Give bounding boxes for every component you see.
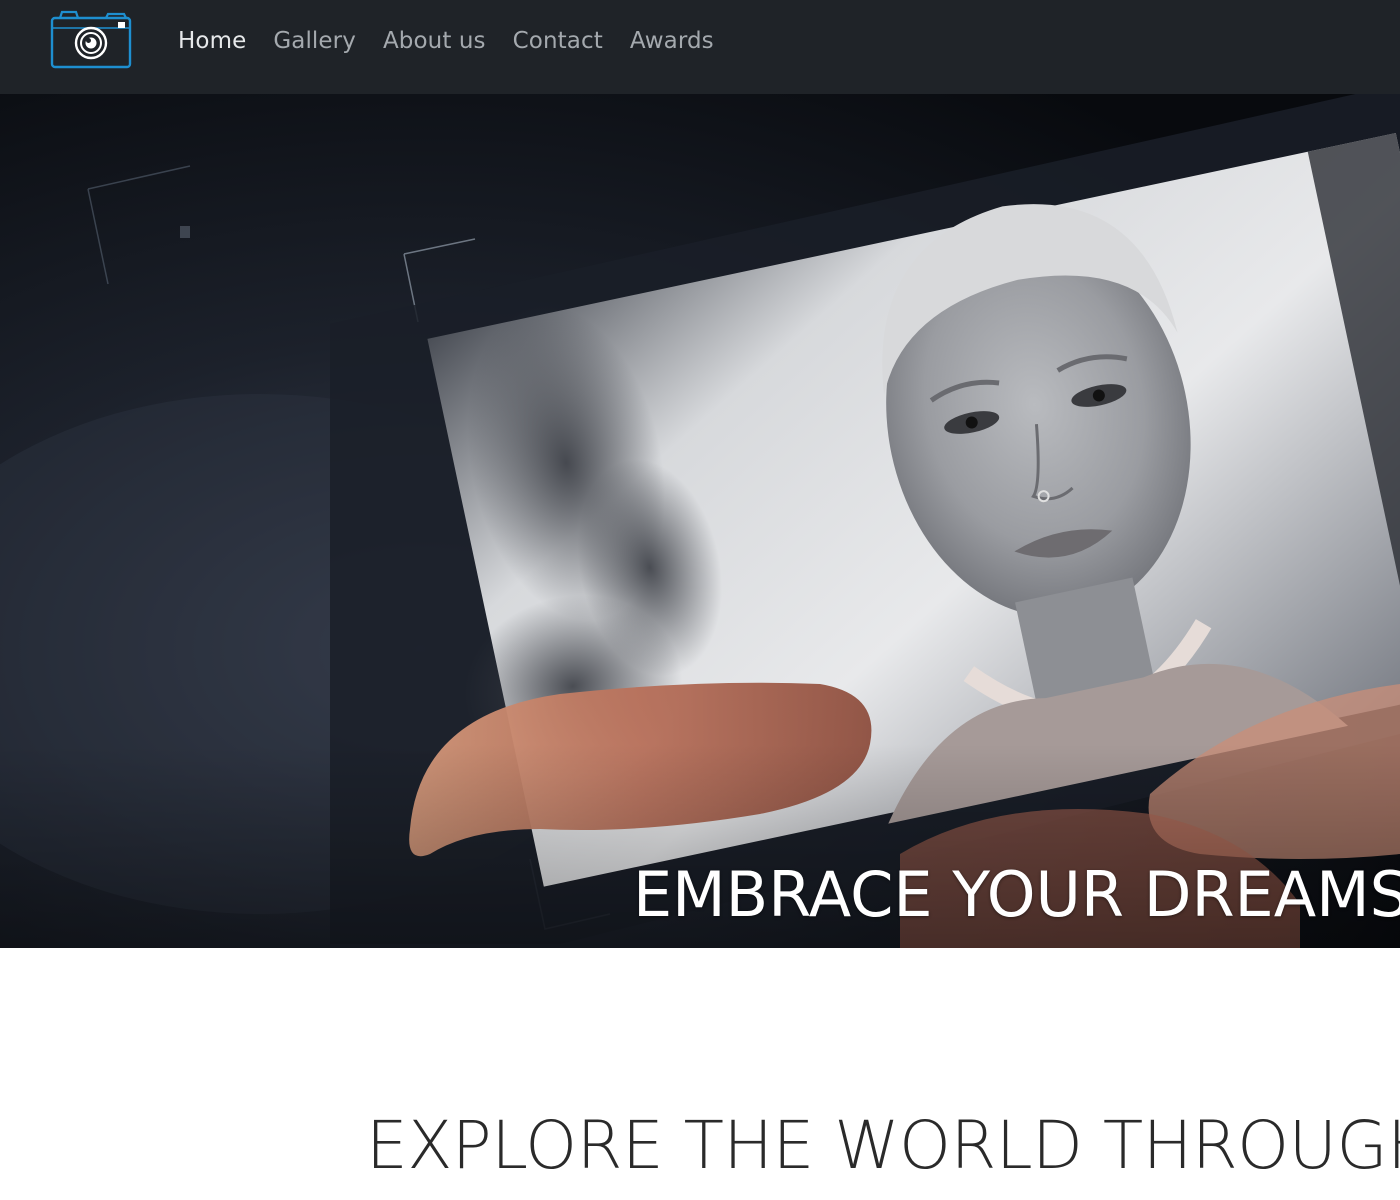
intro-section: EXPLORE THE WORLD THROUGH MY LENS (0, 948, 1400, 1200)
camera-logo-icon[interactable] (50, 10, 132, 70)
nav-link-awards[interactable]: Awards (630, 28, 714, 54)
main-nav: Home Gallery About us Contact Awards (178, 24, 741, 58)
nav-link-gallery[interactable]: Gallery (273, 28, 356, 54)
nav-link-home[interactable]: Home (178, 28, 246, 54)
hero-caption-wrapper: EMBRACE YOUR DREAMS (0, 94, 1400, 948)
section-heading: EXPLORE THE WORLD THROUGH MY LENS (366, 1107, 1400, 1184)
nav-link-about-us[interactable]: About us (383, 28, 486, 54)
hero-banner: EMBRACE YOUR DREAMS (0, 94, 1400, 948)
top-navbar: Home Gallery About us Contact Awards (0, 0, 1400, 94)
nav-link-contact[interactable]: Contact (513, 28, 603, 54)
hero-caption: EMBRACE YOUR DREAMS (633, 858, 1400, 931)
